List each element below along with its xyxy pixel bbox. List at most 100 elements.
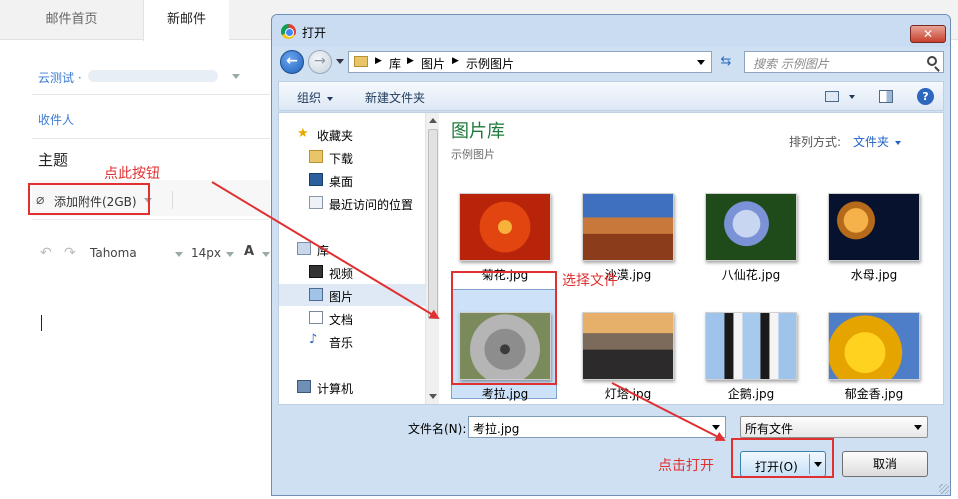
nav-label: 音乐	[329, 336, 354, 350]
desktop-icon	[309, 173, 323, 186]
tab-mail-home[interactable]: 邮件首页	[0, 0, 143, 40]
annotation-box-open	[731, 438, 834, 478]
font-size-select[interactable]: 14px	[191, 246, 221, 260]
annotation-click-open: 点击打开	[658, 458, 714, 474]
nav-label: 文档	[329, 313, 354, 327]
documents-icon	[309, 311, 323, 324]
scrollbar-thumb[interactable]	[428, 129, 438, 319]
file-thumbnail[interactable]	[705, 193, 797, 261]
nav-item-favorites[interactable]: ★ 收藏夹	[279, 123, 425, 145]
undo-icon[interactable]: ↶	[40, 245, 52, 261]
file-thumbnail[interactable]	[828, 312, 920, 380]
annotation-select-file: 选择文件	[562, 273, 618, 289]
new-folder-button[interactable]: 新建文件夹	[365, 89, 425, 106]
redo-icon[interactable]: ↷	[64, 245, 76, 261]
sort-label: 排列方式:	[789, 135, 842, 149]
search-input[interactable]: 搜索 示例图片	[744, 51, 944, 73]
navigation-bar: ← → ▶ 库 ▶ 图片 ▶ 示例图片 ⇆ 搜索 示例图片	[272, 47, 950, 77]
folder-icon	[354, 56, 368, 67]
font-color-chevron-icon[interactable]	[262, 252, 270, 257]
breadcrumb-pictures[interactable]: 图片	[421, 55, 445, 72]
nav-item-music[interactable]: ♪ 音乐	[279, 330, 425, 352]
dialog-footer: 文件名(N): 考拉.jpg 所有文件 打开(O) 取消	[272, 407, 950, 495]
nav-label: 库	[317, 244, 330, 258]
nav-item-pictures[interactable]: 图片	[279, 284, 425, 306]
file-thumbnail[interactable]	[705, 312, 797, 380]
filename-input[interactable]: 考拉.jpg	[468, 416, 726, 438]
video-icon	[309, 265, 323, 278]
pictures-icon	[309, 288, 323, 301]
chevron-down-icon[interactable]	[232, 74, 240, 79]
dialog-title: 打开	[302, 26, 327, 40]
from-row[interactable]: 云测试 ·	[32, 55, 270, 95]
library-title: 图片库	[451, 121, 505, 142]
file-thumbnail[interactable]	[459, 193, 551, 261]
breadcrumb-arrow-icon[interactable]: ▶	[452, 56, 459, 66]
annotation-box-file	[451, 271, 557, 385]
file-thumbnail[interactable]	[582, 312, 674, 380]
font-size-chevron-icon[interactable]	[226, 252, 234, 257]
nav-item-computer[interactable]: 计算机	[279, 376, 425, 398]
recent-locations-chevron-icon[interactable]	[336, 59, 344, 64]
nav-item-downloads[interactable]: 下载	[279, 146, 425, 168]
download-folder-icon	[309, 150, 323, 163]
organize-menu[interactable]: 组织	[297, 89, 334, 106]
breadcrumb-libraries[interactable]: 库	[389, 55, 401, 72]
nav-item-documents[interactable]: 文档	[279, 307, 425, 329]
filetype-chevron-icon	[914, 425, 922, 430]
nav-item-libraries[interactable]: 库	[279, 238, 425, 260]
help-icon[interactable]: ?	[917, 88, 934, 105]
filename-history-chevron-icon[interactable]	[712, 425, 720, 430]
back-arrow-icon[interactable]: ←	[280, 50, 304, 74]
file-name[interactable]: 水母.jpg	[819, 266, 929, 283]
refresh-icon[interactable]: ⇆	[714, 51, 738, 73]
font-family-select[interactable]: Tahoma	[90, 246, 137, 260]
file-thumbnail[interactable]	[582, 193, 674, 261]
nav-item-recent[interactable]: 最近访问的位置	[279, 192, 425, 214]
organize-label: 组织	[297, 91, 322, 105]
scroll-down-icon[interactable]	[429, 394, 437, 399]
nav-item-desktop[interactable]: 桌面	[279, 169, 425, 191]
text-cursor[interactable]	[41, 315, 42, 331]
file-name[interactable]: 八仙花.jpg	[696, 266, 806, 283]
address-history-chevron-icon[interactable]	[697, 60, 705, 65]
scroll-up-icon[interactable]	[429, 118, 437, 123]
recent-places-icon	[309, 196, 323, 209]
command-bar: 组织 新建文件夹 ?	[278, 81, 944, 111]
navigation-pane: ★ 收藏夹 下载 桌面 最近访问的位置 库 视频 图片 文档 ♪ 音乐 计算机	[279, 113, 425, 404]
cancel-button[interactable]: 取消	[842, 451, 928, 477]
file-thumbnail[interactable]	[828, 193, 920, 261]
filetype-value: 所有文件	[745, 422, 794, 436]
resize-grip-icon[interactable]	[939, 484, 949, 494]
tab-new-mail[interactable]: 新邮件	[143, 0, 229, 41]
file-name[interactable]: 考拉.jpg	[450, 385, 560, 402]
file-name[interactable]: 郁金香.jpg	[819, 385, 929, 402]
nav-label: 视频	[329, 267, 354, 281]
arrange-by-chevron-icon	[895, 140, 902, 145]
search-icon[interactable]	[927, 56, 937, 66]
open-file-dialog: 打开 ✕ ← → ▶ 库 ▶ 图片 ▶ 示例图片 ⇆ 搜索 示例图片 组织 新建…	[271, 14, 951, 496]
nav-label: 图片	[329, 290, 354, 304]
font-family-chevron-icon[interactable]	[175, 252, 183, 257]
close-button[interactable]: ✕	[910, 25, 946, 43]
dialog-titlebar[interactable]: 打开 ✕	[272, 15, 950, 47]
nav-label: 计算机	[317, 382, 354, 396]
address-bar[interactable]: ▶ 库 ▶ 图片 ▶ 示例图片	[348, 51, 712, 73]
breadcrumb-sample-pictures[interactable]: 示例图片	[466, 55, 514, 72]
view-chevron-icon[interactable]	[849, 95, 855, 99]
nav-item-videos[interactable]: 视频	[279, 261, 425, 283]
breadcrumb-arrow-icon[interactable]: ▶	[407, 56, 414, 66]
breadcrumb-arrow-icon[interactable]: ▶	[375, 56, 382, 66]
compose-form: 云测试 · 收件人 主题 点此按钮 ⌀ 添加附件(2GB) ↶ ↷ Tahoma…	[0, 41, 270, 499]
view-options-icon[interactable]	[825, 91, 839, 102]
font-color-button[interactable]: A	[244, 244, 254, 259]
filetype-select[interactable]: 所有文件	[740, 416, 928, 438]
file-name[interactable]: 企鹅.jpg	[696, 385, 806, 402]
forward-arrow-icon[interactable]: →	[308, 50, 332, 74]
preview-pane-icon[interactable]	[879, 90, 893, 103]
recipient-row[interactable]: 收件人	[32, 99, 270, 139]
nav-scrollbar[interactable]	[425, 113, 439, 404]
file-name[interactable]: 灯塔.jpg	[573, 385, 683, 402]
arrange-by-value: 文件夹	[853, 135, 890, 149]
arrange-by-dropdown[interactable]: 文件夹	[853, 133, 902, 150]
